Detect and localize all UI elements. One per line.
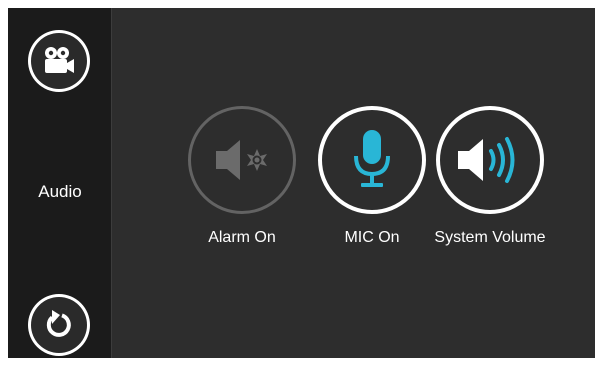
- alarm-label: Alarm On: [208, 229, 276, 246]
- section-title: Audio: [38, 182, 82, 201]
- volume-button[interactable]: [436, 106, 544, 214]
- sidebar: Audio: [8, 8, 112, 358]
- speaker-volume-icon: [458, 137, 515, 183]
- camera-button[interactable]: [28, 30, 90, 92]
- speaker-alarm-icon: [216, 140, 267, 180]
- video-camera-icon: [45, 47, 74, 73]
- audio-settings-screen: Audio Alarm On MIC On System Volume: [8, 8, 595, 358]
- mic-toggle-button[interactable]: [318, 106, 426, 214]
- volume-control: System Volume: [420, 106, 560, 256]
- microphone-icon: [354, 130, 390, 187]
- alarm-toggle-button[interactable]: [188, 106, 296, 214]
- refresh-back-icon: [46, 310, 71, 337]
- volume-label: System Volume: [434, 229, 546, 246]
- alarm-control: Alarm On: [172, 106, 312, 256]
- back-button[interactable]: [28, 294, 90, 356]
